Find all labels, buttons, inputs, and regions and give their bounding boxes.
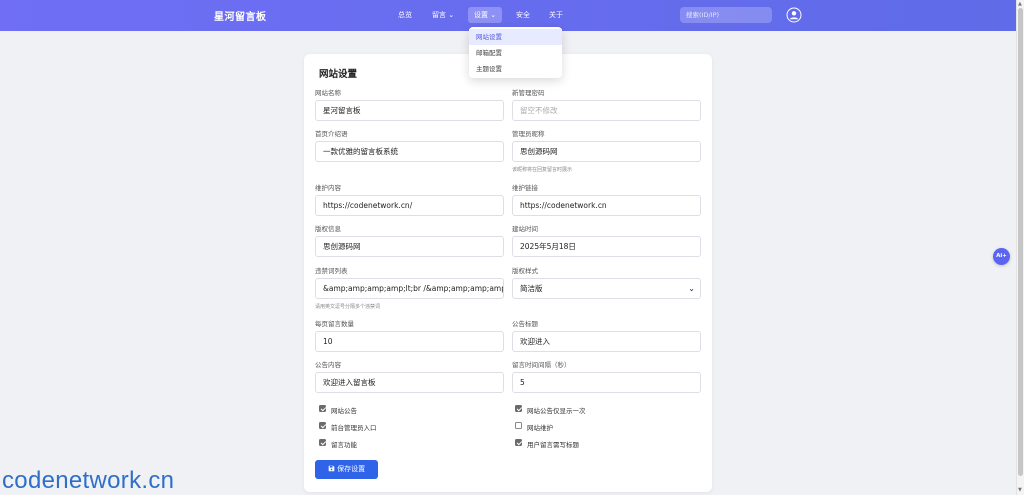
scroll-up-icon[interactable]: ▲ (1018, 1, 1022, 7)
intro-label: 首页介绍语 (315, 130, 348, 138)
maint-content-label: 维护内容 (315, 184, 341, 192)
admin-nickname-help: 该昵称将在回复留言时展示 (512, 167, 573, 173)
watermark-text: codenetwork.cn (2, 467, 175, 494)
notice-content-input[interactable]: 欢迎进入留言板 (315, 372, 504, 393)
maintenance-checkbox-label: 网站维护 (527, 424, 553, 432)
nav-messages[interactable]: 留言 ⌄ (426, 7, 460, 23)
nav-messages-label: 留言 (432, 11, 446, 19)
ai-assistant-button[interactable]: Ai+ (993, 248, 1010, 265)
banned-words-label: 违禁词列表 (315, 267, 348, 275)
build-date-input[interactable]: 2025年5月18日 (512, 236, 701, 257)
notice-title-label: 公告标题 (512, 320, 538, 328)
notice-title-input[interactable]: 欢迎进入 (512, 331, 701, 352)
notice-content-label: 公告内容 (315, 361, 341, 369)
copyright-style-label: 版权样式 (512, 267, 538, 275)
save-button-label: 保存设置 (337, 465, 366, 473)
copyright-style-value: 简洁版 (520, 284, 543, 293)
banned-words-help: 请用英文逗号分隔多个违禁词 (315, 304, 381, 310)
per-page-input[interactable]: 10 (315, 331, 504, 352)
maint-link-label: 维护链接 (512, 184, 538, 192)
save-icon (328, 465, 337, 473)
brand-logo[interactable]: 星河留言板 (214, 8, 267, 23)
admin-nickname-label: 管理员昵称 (512, 130, 545, 138)
admin-nickname-input[interactable]: 思创源码网 (512, 141, 701, 162)
user-icon[interactable] (786, 7, 802, 23)
interval-label: 留言时间间隔（秒） (512, 361, 571, 369)
scroll-down-icon[interactable]: ▼ (1018, 487, 1022, 493)
message-feature-checkbox[interactable] (319, 439, 326, 446)
notice-checkbox[interactable] (319, 405, 326, 412)
page-scrollbar[interactable]: ▲ ▼ (1016, 0, 1024, 495)
admin-entry-checkbox[interactable] (319, 422, 326, 429)
maint-link-input[interactable]: https://codenetwork.cn (512, 195, 701, 216)
per-page-label: 每页留言数量 (315, 320, 354, 328)
copyright-input[interactable]: 思创源码网 (315, 236, 504, 257)
save-button[interactable]: 保存设置 (315, 460, 378, 479)
dropdown-item-site-settings[interactable]: 网站设置 (469, 29, 562, 45)
dropdown-item-theme-settings[interactable]: 主题设置 (469, 61, 562, 77)
require-title-checkbox[interactable] (515, 439, 522, 446)
message-feature-checkbox-label: 留言功能 (331, 441, 357, 449)
nav-settings[interactable]: 设置 ⌄ (468, 7, 503, 23)
nav-about[interactable]: 关于 (543, 7, 569, 23)
scrollbar-thumb[interactable] (1018, 8, 1023, 476)
copyright-label: 版权信息 (315, 225, 341, 233)
interval-input[interactable]: 5 (512, 372, 701, 393)
admin-password-input[interactable]: 留空不修改 (512, 100, 701, 121)
settings-dropdown-menu: 网站设置 邮箱配置 主题设置 (469, 27, 562, 78)
site-name-input[interactable]: 星河留言板 (315, 100, 504, 121)
nav-security[interactable]: 安全 (510, 7, 536, 23)
dropdown-item-mail-config[interactable]: 邮箱配置 (469, 45, 562, 61)
chevron-down-icon: ⌄ (688, 284, 695, 293)
nav-overview[interactable]: 总览 (392, 7, 418, 23)
notice-once-checkbox-label: 网站公告仅显示一次 (527, 407, 586, 415)
banned-words-input[interactable]: &amp;amp;amp;amp;lt;br /&amp;amp;amp;amp… (315, 278, 504, 299)
build-date-label: 建站时间 (512, 225, 538, 233)
notice-checkbox-label: 网站公告 (331, 407, 357, 415)
copyright-style-select[interactable]: 简洁版 ⌄ (512, 278, 701, 299)
admin-password-label: 新管理密码 (512, 89, 545, 97)
search-input[interactable]: 搜索(ID/IP) (680, 7, 772, 23)
require-title-checkbox-label: 用户留言需写标题 (527, 441, 579, 449)
maintenance-checkbox[interactable] (515, 422, 522, 429)
intro-input[interactable]: 一款优雅的留言板系统 (315, 141, 504, 162)
site-name-label: 网站名称 (315, 89, 341, 97)
admin-entry-checkbox-label: 前台管理员入口 (331, 424, 377, 432)
chevron-down-icon: ⌄ (448, 11, 455, 19)
maint-content-input[interactable]: https://codenetwork.cn/ (315, 195, 504, 216)
page-title: 网站设置 (319, 69, 358, 80)
chevron-down-icon: ⌄ (490, 11, 497, 19)
notice-once-checkbox[interactable] (515, 405, 522, 412)
nav-settings-label: 设置 (474, 11, 488, 19)
